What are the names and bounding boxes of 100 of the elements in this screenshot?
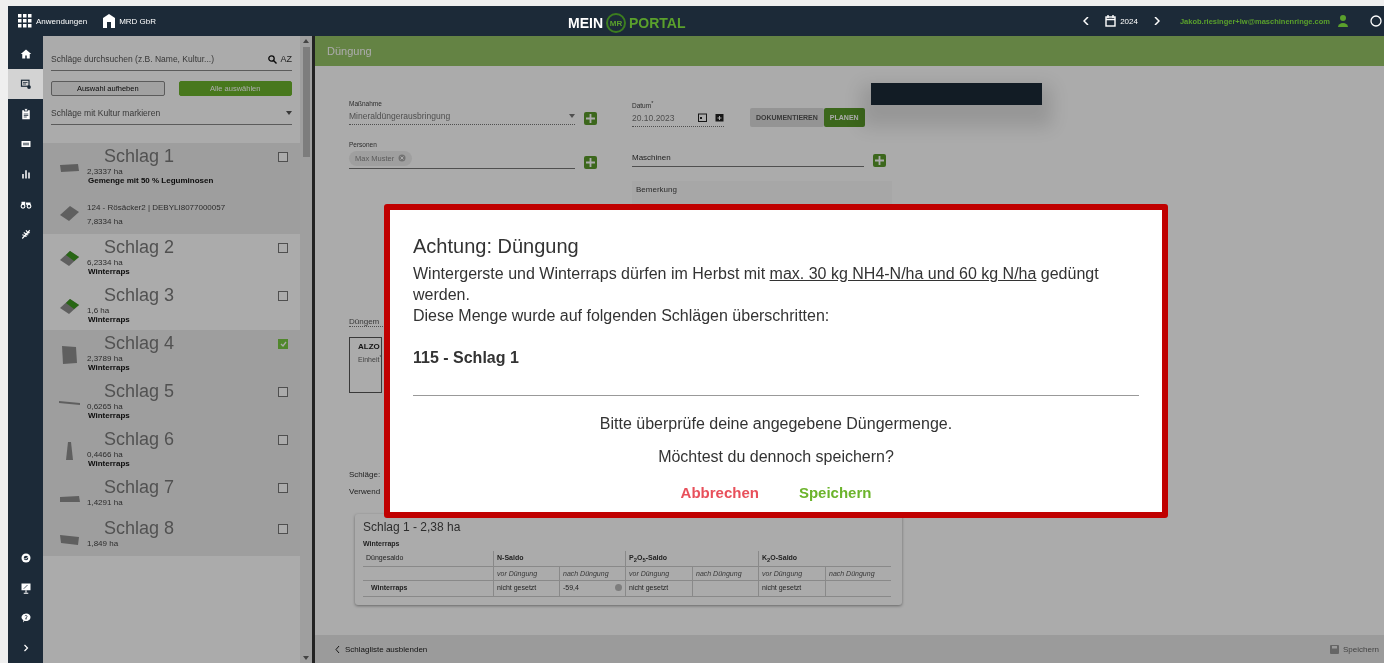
affected-field: 115 - Schlag 1 xyxy=(413,347,1139,368)
remove-icon xyxy=(398,154,407,162)
plus-icon xyxy=(586,158,595,167)
checkbox[interactable] xyxy=(278,524,288,534)
field-area: 2,3789 ha xyxy=(87,354,278,363)
nav-item[interactable] xyxy=(8,69,43,99)
add-button[interactable] xyxy=(584,112,597,125)
chevron-left-icon[interactable] xyxy=(1083,17,1090,25)
sort-toggle[interactable]: AZ xyxy=(280,54,292,64)
checkbox[interactable] xyxy=(278,339,288,349)
field-list-item[interactable]: Schlag 4 2,3789 ha Winterraps xyxy=(43,330,300,378)
field-name: Schlag 3 xyxy=(104,284,176,306)
crop-name: Winterraps xyxy=(88,363,131,372)
crop-name: Gemenge mit 50 % Leguminosen xyxy=(88,176,215,185)
field-list-item[interactable]: Schlag 2 6,2334 ha Winterraps xyxy=(43,234,300,282)
company-name[interactable]: MRD GbR xyxy=(119,16,157,26)
crop-name: Winterraps xyxy=(88,411,131,420)
crop-name: Winterraps xyxy=(88,459,131,468)
field-name: Schlag 6 xyxy=(104,428,176,450)
section-label: Schläge: xyxy=(349,470,381,479)
field-name: Schlag 4 xyxy=(104,332,176,354)
cancel-button[interactable]: Abbrechen xyxy=(680,482,759,503)
scroll-up-icon xyxy=(303,39,309,43)
section-label: Düngem xyxy=(349,317,383,327)
field-list-item[interactable]: Schlag 5 0,6265 ha Winterraps xyxy=(43,378,300,426)
field-name: Schlag 5 xyxy=(104,380,176,402)
plot-area: 7,8334 ha xyxy=(87,217,300,226)
product-name: ALZO xyxy=(358,342,381,351)
logo-badge: MR xyxy=(606,13,626,33)
field-list-item[interactable]: Schlag 7 1,4291 ha xyxy=(43,474,300,515)
wheat-icon xyxy=(19,228,32,240)
section-label: Verwend xyxy=(349,487,381,496)
farm-building-icon xyxy=(103,14,116,28)
user-icon[interactable] xyxy=(1338,15,1348,27)
caret-icon xyxy=(286,111,292,115)
card-title: Schlag 1 - 2,38 ha xyxy=(363,520,462,534)
field-area: 2,3337 ha xyxy=(87,167,278,176)
field-area: 1,849 ha xyxy=(87,539,278,548)
logo-text: PORTAL xyxy=(629,15,686,31)
search-icon[interactable] xyxy=(268,54,278,64)
plus-icon xyxy=(586,114,595,123)
calendar-icon xyxy=(1105,15,1117,27)
save-button[interactable]: Speichern xyxy=(1329,644,1379,654)
hide-list-link[interactable]: Schlagliste ausblenden xyxy=(345,644,428,654)
dialog-question: Möchtest du dennoch speichern? xyxy=(657,447,895,467)
checkbox[interactable] xyxy=(278,291,288,301)
measure-dropdown[interactable]: Mineraldüngerausbringung xyxy=(349,107,575,125)
checkbox[interactable] xyxy=(278,435,288,445)
card-icon xyxy=(19,138,32,150)
field-area: 1,4291 ha xyxy=(87,498,278,507)
crop-name: Winterraps xyxy=(88,267,131,276)
apps-link[interactable]: Anwendungen xyxy=(36,16,88,26)
scrollbar[interactable] xyxy=(300,36,312,663)
gear-icon xyxy=(19,552,32,564)
field-list-item[interactable]: Schlag 6 0,4466 ha Winterraps xyxy=(43,426,300,474)
field-area: 6,2334 ha xyxy=(87,258,278,267)
checkbox[interactable] xyxy=(278,152,288,162)
logo-text: MEIN xyxy=(568,15,603,31)
home-icon xyxy=(19,48,32,60)
field-name: Schlag 1 xyxy=(104,145,176,167)
field-list-item[interactable]: Schlag 8 1,849 ha xyxy=(43,515,300,556)
crop-name: Winterraps xyxy=(88,315,131,324)
checkbox[interactable] xyxy=(278,483,288,493)
plot-label: 124 - Rösäcker2 | DEBYLI8077000057 xyxy=(87,203,227,212)
field-name: Schlag 2 xyxy=(104,236,176,258)
plus-icon xyxy=(875,156,884,166)
field-list-item[interactable]: Schlag 1 2,3337 ha Gemenge mit 50 % Leguminosen 124 - Rösäcker2 | DEBYLI8077000057 7,8334 ha xyxy=(43,143,300,234)
status-dot-icon xyxy=(615,584,622,592)
calendar-add-icon xyxy=(715,113,724,123)
bar-chart-icon xyxy=(19,168,32,180)
add-button[interactable] xyxy=(873,154,886,168)
chevron-left-icon xyxy=(335,645,340,653)
page-title: Düngung xyxy=(327,45,372,57)
crop-filter-dropdown[interactable]: Schläge mit Kultur markieren xyxy=(51,102,292,125)
field-name: Schlag 8 xyxy=(104,517,176,539)
search-field[interactable]: Schläge durchsuchen (z.B. Name, Kultur...) xyxy=(51,54,266,64)
field-name: Schlag 7 xyxy=(104,476,176,498)
add-button[interactable] xyxy=(584,156,597,169)
year-label: 2024 xyxy=(1120,16,1138,26)
field-list-item[interactable]: Schlag 3 1,6 ha Winterraps xyxy=(43,282,300,330)
monitor-icon xyxy=(19,582,32,594)
field-area: 0,6265 ha xyxy=(87,402,278,411)
calendar-icon xyxy=(698,113,707,123)
chevron-right-icon[interactable] xyxy=(1153,17,1160,25)
machines-field[interactable]: Maschinen xyxy=(632,149,864,168)
scrollbar-thumb[interactable] xyxy=(302,47,310,157)
dialog-title: Achtung: Düngung xyxy=(413,236,580,257)
list-card-icon xyxy=(19,78,32,90)
date-field[interactable]: 20.10.2023 xyxy=(632,109,724,128)
checkbox[interactable] xyxy=(278,387,288,397)
warning-message: Wintergerste und Winterraps dürfen im Herbst mit max. 30 kg NH4-N/ha und 60 kg N/ha gedüngt werden. xyxy=(413,264,1100,305)
clipboard-icon xyxy=(19,108,32,120)
apps-grid-icon[interactable] xyxy=(18,14,32,28)
checkbox[interactable] xyxy=(278,243,288,253)
scroll-down-icon xyxy=(303,656,309,660)
field-area: 0,4466 ha xyxy=(87,450,278,459)
dialog-question: Bitte überprüfe deine angegebene Düngermenge. xyxy=(598,414,954,434)
caret-icon xyxy=(569,113,575,118)
field-area: 1,6 ha xyxy=(87,306,278,315)
field-outline-icon xyxy=(60,206,79,221)
